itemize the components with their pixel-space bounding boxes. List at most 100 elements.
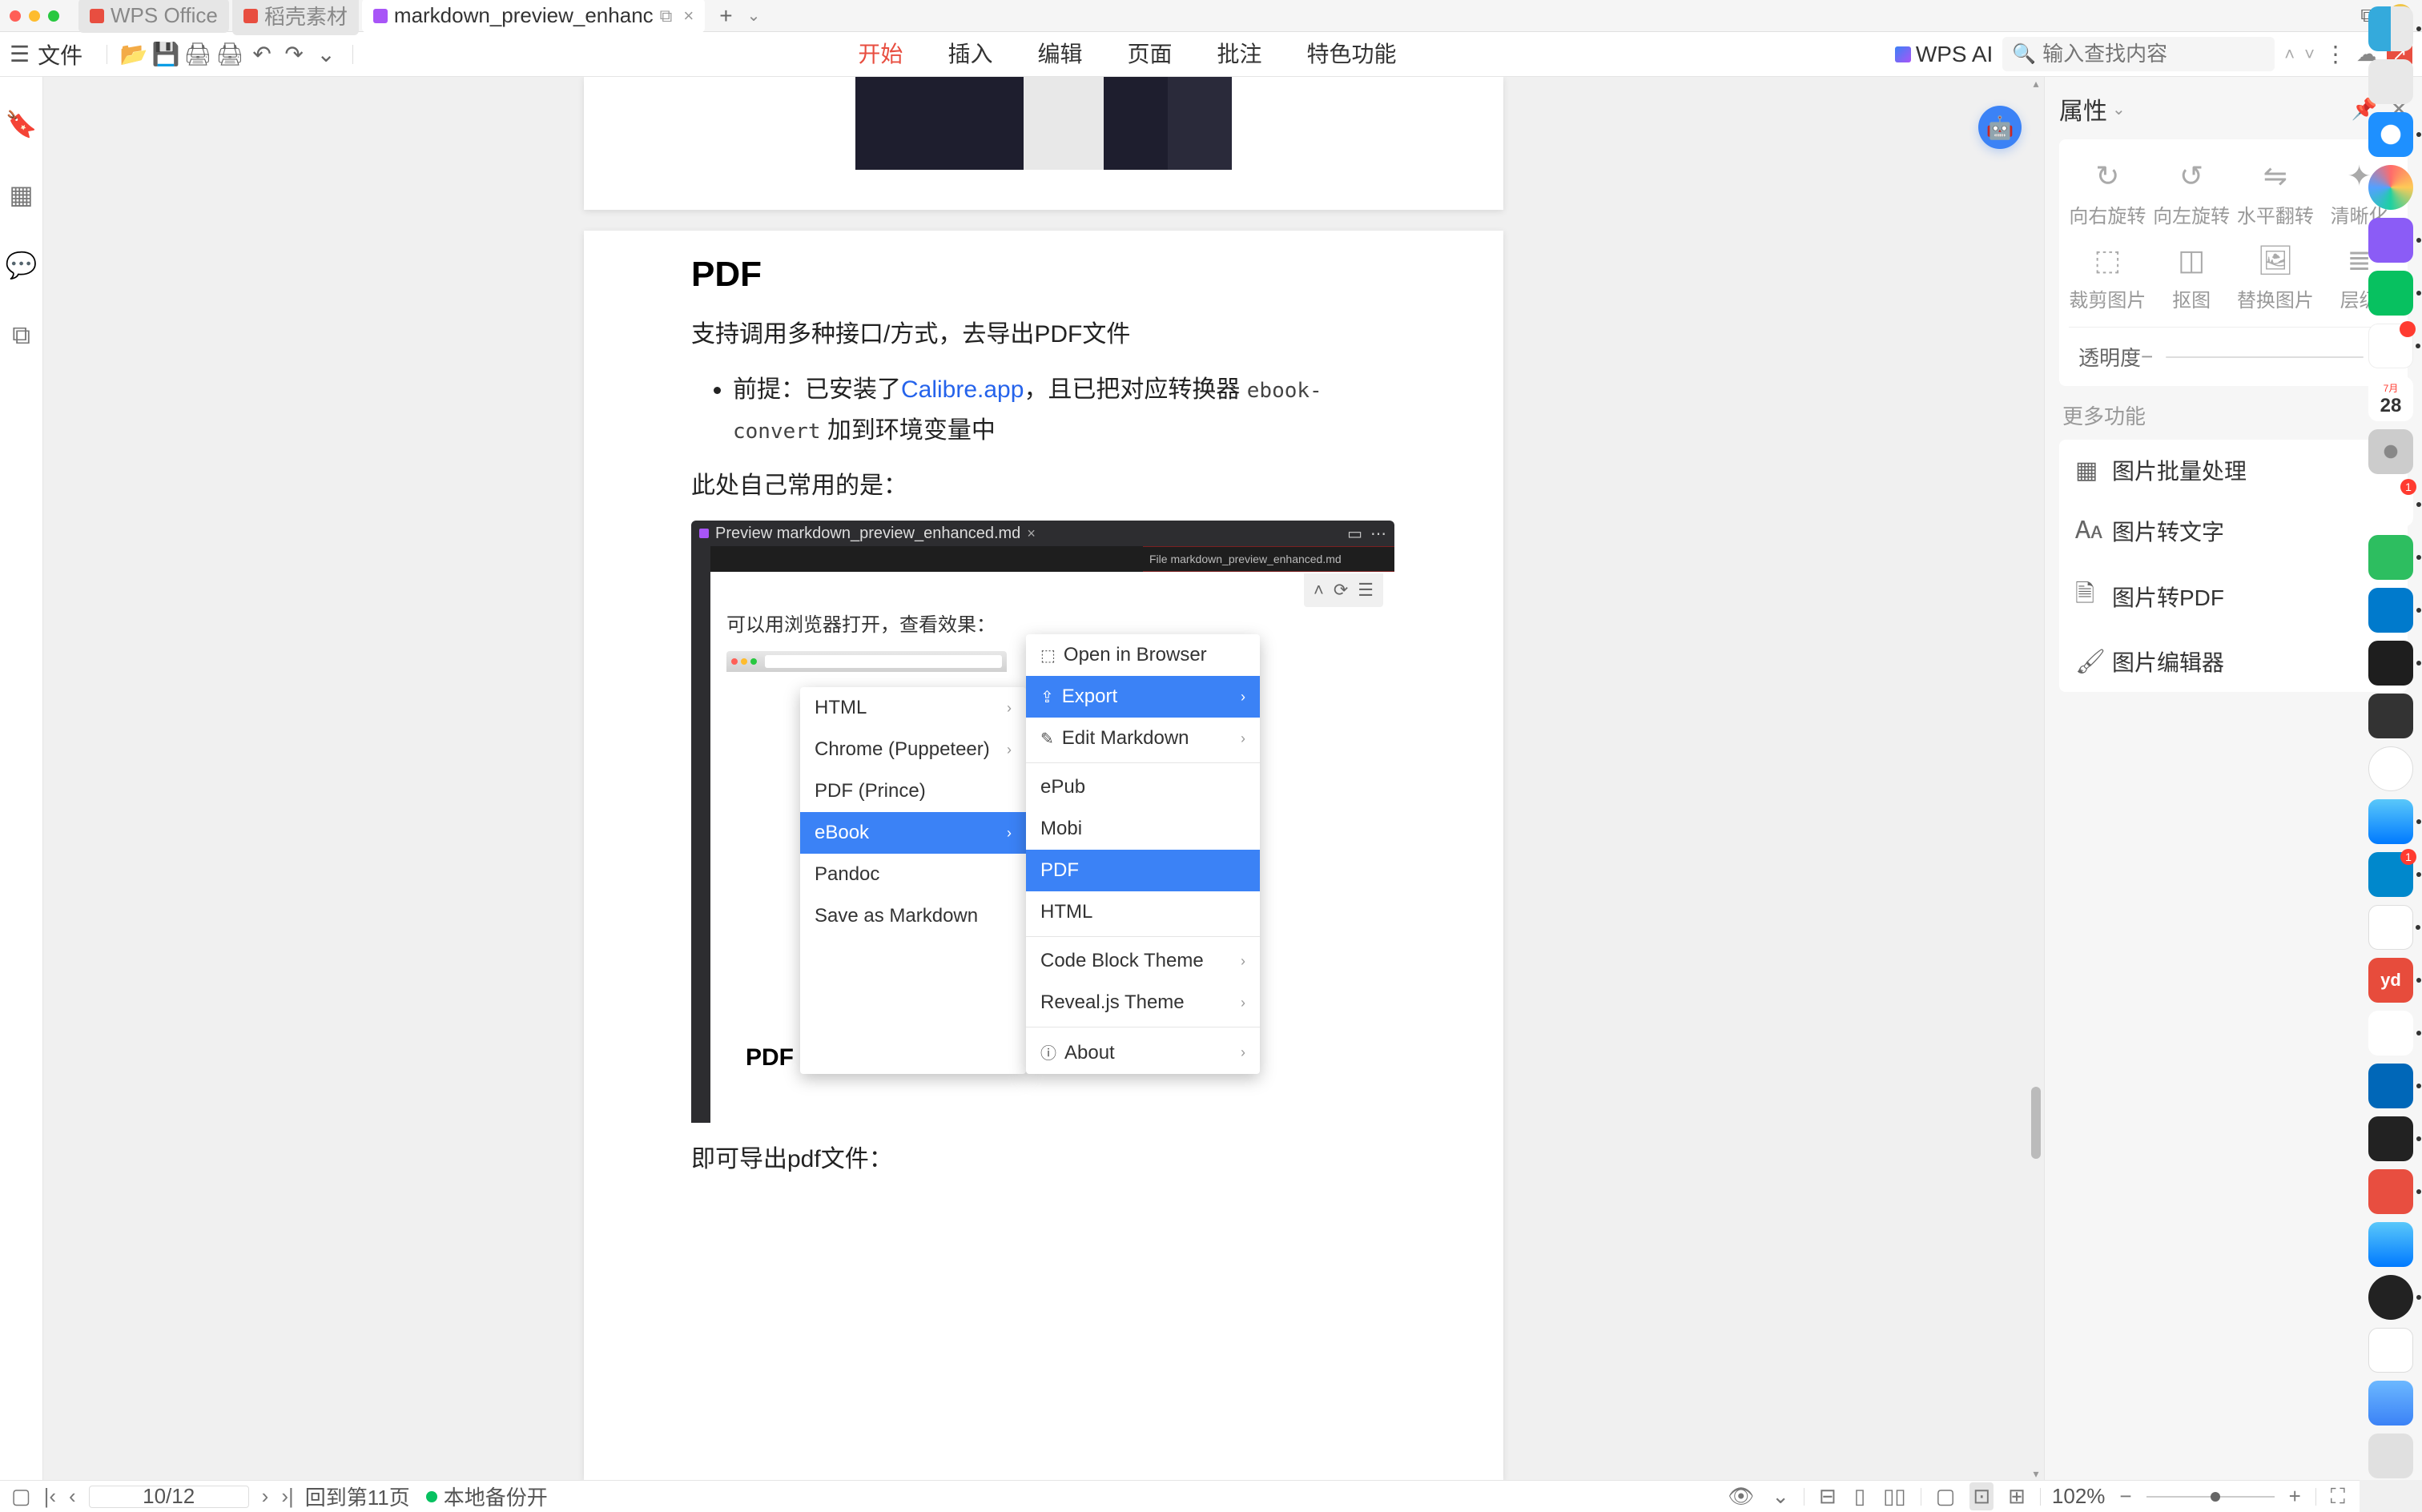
dock-activity-icon[interactable]	[2368, 1116, 2413, 1161]
save-icon[interactable]: 💾	[154, 42, 178, 66]
eye-icon[interactable]: 👁	[1724, 1482, 1757, 1510]
image-editor-item[interactable]: 🖌图片编辑器	[2059, 631, 2408, 692]
dock-youdao-icon[interactable]: yd	[2368, 958, 2413, 1003]
fullscreen-icon[interactable]: ⛶	[2327, 1482, 2348, 1511]
redo-icon[interactable]: ↷	[282, 42, 306, 66]
dock-mail-icon[interactable]	[2368, 799, 2413, 844]
dock-synology-icon[interactable]	[2368, 1064, 2413, 1108]
dock-document-icon[interactable]	[2368, 1328, 2413, 1373]
image-to-text-item[interactable]: 🗛图片转文字	[2059, 501, 2408, 561]
dock-chatgpt-icon[interactable]	[2368, 905, 2413, 950]
zoom-out-icon[interactable]: −	[2116, 1482, 2134, 1510]
nav-down-icon[interactable]: ˅	[2304, 44, 2315, 65]
dock-settings-icon[interactable]	[2368, 429, 2413, 474]
rotate-right-button[interactable]: ↻向右旋转	[2069, 160, 2146, 228]
window-maximize[interactable]	[48, 10, 59, 22]
dock-telegram-icon[interactable]: 1	[2368, 852, 2413, 897]
scroll-thumb[interactable]	[2031, 1087, 2041, 1159]
flip-horizontal-button[interactable]: ⇋水平翻转	[2237, 160, 2315, 228]
backup-status[interactable]: 本地备份开	[426, 1482, 548, 1511]
view-mode-2-icon[interactable]: ⊡	[1969, 1482, 1994, 1510]
link-calibre[interactable]: Calibre.app	[901, 376, 1024, 403]
dock-calendar-icon[interactable]: 7月28	[2368, 376, 2413, 421]
zoom-percent[interactable]: 102%	[2052, 1484, 2106, 1509]
first-page-icon[interactable]: |‹	[44, 1484, 56, 1509]
next-page-icon[interactable]: ›	[262, 1484, 269, 1509]
tab-dup-icon[interactable]: ⧉	[660, 6, 673, 26]
dock-edge-icon[interactable]: 1	[2368, 482, 2413, 527]
replace-button[interactable]: 🖼替换图片	[2237, 244, 2315, 312]
scroll-down-icon[interactable]: ▾	[2030, 1467, 2042, 1480]
comment-icon[interactable]: 💬	[6, 250, 38, 280]
dock-affinity-icon[interactable]	[2368, 218, 2413, 263]
dock-launchpad-icon[interactable]	[2368, 59, 2413, 104]
eye-chevron-icon[interactable]: ⌄	[1768, 1482, 1792, 1510]
dock-hub-icon[interactable]	[2368, 1381, 2413, 1426]
dock-trash-icon[interactable]	[2368, 1434, 2413, 1478]
menu-icon[interactable]: ☰	[10, 41, 30, 67]
more-chevron-icon[interactable]: ⌄	[314, 42, 338, 66]
minus-icon[interactable]: −	[2141, 344, 2153, 369]
dock-safari-icon[interactable]	[2368, 112, 2413, 157]
scrollbar[interactable]: ▴ ▾	[2030, 77, 2042, 1480]
tab-close-icon[interactable]: ×	[683, 6, 694, 26]
tab-annotate[interactable]: 批注	[1213, 29, 1265, 79]
tab-start[interactable]: 开始	[855, 29, 906, 79]
window-minimize[interactable]	[29, 10, 40, 22]
back-to-page[interactable]: 回到第11页	[305, 1482, 410, 1511]
dock-vscode-icon[interactable]	[2368, 588, 2413, 633]
dock-wechat-icon[interactable]	[2368, 271, 2413, 316]
rotate-left-button[interactable]: ↺向左旋转	[2153, 160, 2231, 228]
tab-markdown[interactable]: markdown_preview_enhanc ⧉ ×	[362, 0, 705, 33]
dock-evernote-icon[interactable]	[2368, 535, 2413, 580]
undo-icon[interactable]: ↶	[250, 42, 274, 66]
more-icon[interactable]: ⋮	[2324, 41, 2347, 67]
file-menu[interactable]: 文件	[38, 38, 82, 70]
dock-appstore-icon[interactable]	[2368, 1222, 2413, 1267]
tab-special[interactable]: 特色功能	[1304, 29, 1400, 79]
view-continuous-icon[interactable]: ⊟	[1816, 1482, 1840, 1510]
dock-clock-icon[interactable]	[2368, 746, 2413, 791]
zoom-in-icon[interactable]: +	[2286, 1482, 2304, 1510]
print-quick-icon[interactable]: 🖨	[218, 42, 242, 66]
tab-wps-office[interactable]: WPS Office	[78, 0, 229, 33]
batch-process-item[interactable]: ▦图片批量处理	[2059, 440, 2408, 501]
bookmark-icon[interactable]: 🔖	[6, 109, 38, 139]
last-page-icon[interactable]: ›|	[281, 1484, 293, 1509]
view-single-icon[interactable]: ▯	[1851, 1482, 1869, 1510]
print-icon[interactable]: 🖨	[186, 42, 210, 66]
dock-qq-icon[interactable]	[2368, 324, 2413, 368]
prev-page-icon[interactable]: ‹	[69, 1484, 76, 1509]
dock-terminal-icon[interactable]	[2368, 641, 2413, 686]
opacity-slider[interactable]	[2166, 356, 2364, 358]
window-close[interactable]	[10, 10, 21, 22]
nav-up-icon[interactable]: ˄	[2284, 44, 2295, 65]
crop-button[interactable]: ⬚裁剪图片	[2069, 244, 2146, 312]
view-mode-1-icon[interactable]: ▢	[1933, 1482, 1959, 1510]
layers-icon[interactable]: ⧉	[12, 320, 30, 351]
wps-ai-button[interactable]: WPS AI	[1895, 42, 1993, 67]
open-icon[interactable]: 📂	[122, 42, 146, 66]
dock-obs-icon[interactable]	[2368, 1275, 2413, 1320]
tab-edit[interactable]: 编辑	[1034, 29, 1085, 79]
tab-daoke[interactable]: 稻壳素材	[232, 0, 359, 35]
tab-menu-chevron-icon[interactable]: ⌄	[747, 6, 761, 26]
dock-finder-icon[interactable]	[2368, 6, 2413, 51]
view-two-page-icon[interactable]: ▯▯	[1880, 1482, 1909, 1510]
search-input[interactable]	[2042, 42, 2265, 66]
image-to-pdf-item[interactable]: 🗎图片转PDF	[2059, 561, 2408, 631]
dock-app-icon[interactable]	[2368, 1011, 2413, 1056]
document-area[interactable]: PDF 支持调用多种接口/方式，去导出PDF文件 前提：已安装了Calibre.…	[43, 77, 2044, 1480]
page-input[interactable]: 10/12	[89, 1486, 249, 1508]
thumbnail-icon[interactable]: ▦	[9, 179, 33, 210]
panel-toggle-icon[interactable]: ▢	[11, 1484, 31, 1509]
scroll-up-icon[interactable]: ▴	[2030, 77, 2042, 90]
cutout-button[interactable]: ◫抠图	[2153, 244, 2231, 312]
ai-assistant-fab[interactable]: 🤖	[1978, 106, 2022, 149]
search-box[interactable]: 🔍	[2002, 37, 2275, 71]
view-mode-3-icon[interactable]: ⊞	[2005, 1482, 2029, 1510]
zoom-slider[interactable]	[2146, 1496, 2275, 1498]
dock-calculator-icon[interactable]	[2368, 694, 2413, 738]
new-tab-button[interactable]: +	[708, 3, 743, 29]
panel-title[interactable]: 属性 ⌄	[2059, 91, 2126, 127]
